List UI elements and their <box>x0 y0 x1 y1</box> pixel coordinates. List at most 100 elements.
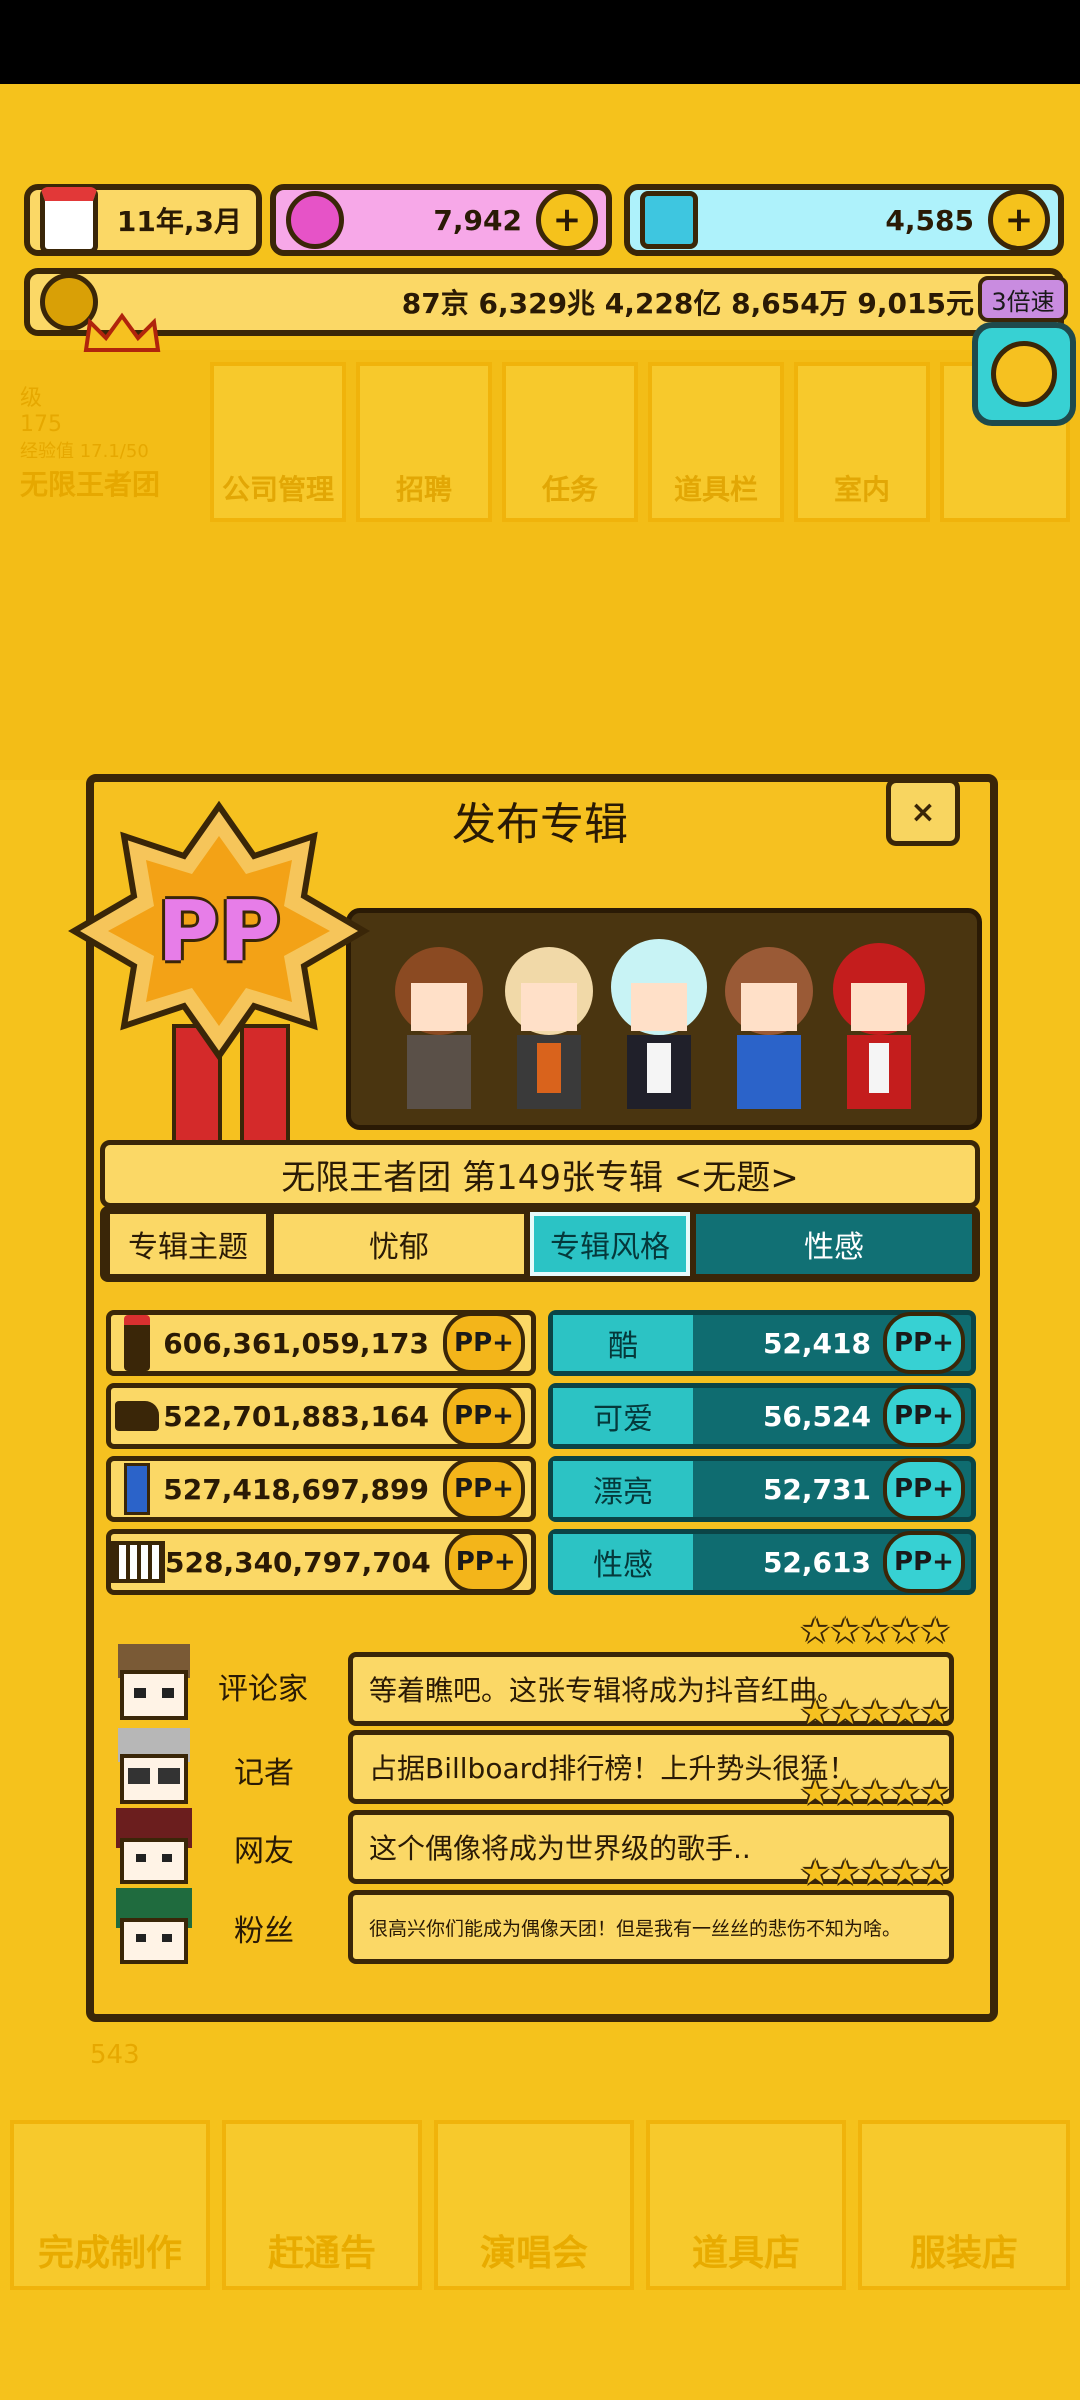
netizen-star-rating: ★ ★ ★ ★ ★ <box>800 1773 951 1818</box>
tab-recruit[interactable]: 招聘 <box>356 362 492 522</box>
reporter-avatar <box>106 1720 202 1810</box>
stat-row-cool: 酷 52,418 PP+ <box>548 1310 976 1376</box>
exp-label: 经验值 17.1/50 <box>20 441 149 462</box>
star-icon: ★ <box>800 1773 831 1813</box>
pink-add-button[interactable]: + <box>536 189 598 251</box>
group-name: 无限王者团 <box>20 468 161 501</box>
star-icon: ★ <box>800 1611 831 1651</box>
star-icon: ★ <box>890 1773 921 1813</box>
stat-row-vocal: 606,361,059,173 PP+ <box>106 1310 536 1376</box>
cyan-currency-bar: 4,585 + <box>624 184 1064 256</box>
pp-plus-button-sexy[interactable]: PP+ <box>883 1531 965 1593</box>
microphone-icon <box>111 1315 163 1371</box>
pp-plus-button-vocal[interactable]: PP+ <box>443 1312 525 1374</box>
theme-label: 专辑主题 <box>110 1214 266 1274</box>
stat-row-cute: 可爱 56,524 PP+ <box>548 1383 976 1449</box>
diamond-icon <box>640 191 698 249</box>
stat-row-dance: 522,701,883,164 PP+ <box>106 1383 536 1449</box>
stat-value-cute: 56,524 <box>762 1399 871 1433</box>
netizen-role: 网友 <box>234 1834 294 1869</box>
tab-interior[interactable]: 室内 <box>794 362 930 522</box>
style-label: 专辑风格 <box>530 1212 690 1276</box>
stat-row-music: 528,340,797,704 PP+ <box>106 1529 536 1595</box>
bottom-tab-schedule[interactable]: 赶通告 <box>222 2120 422 2290</box>
level-value: 175 <box>20 412 62 437</box>
calendar-icon <box>40 186 98 254</box>
speed-button[interactable]: 3倍速 <box>978 276 1068 322</box>
stat-value-vocal: 606,361,059,173 <box>163 1326 429 1360</box>
pp-badge-text: PP <box>157 882 281 980</box>
pp-plus-button-music[interactable]: PP+ <box>444 1531 527 1593</box>
pp-plus-button-dance[interactable]: PP+ <box>443 1385 525 1447</box>
stat-row-writing: 527,418,697,899 PP+ <box>106 1456 536 1522</box>
tab-tasks[interactable]: 任务 <box>502 362 638 522</box>
star-icon: ★ <box>890 1693 921 1733</box>
tab-inventory-label: 道具栏 <box>673 473 758 506</box>
date-bar: 11年,3月 <box>24 184 262 256</box>
idol-group-display <box>346 908 982 1130</box>
speed-label: 3倍速 <box>991 287 1055 316</box>
bottom-tab-item-shop-label: 道具店 <box>691 2233 800 2274</box>
tab-inventory[interactable]: 道具栏 <box>648 362 784 522</box>
clock-button[interactable] <box>972 322 1076 426</box>
critic-role: 评论家 <box>218 1672 308 1707</box>
cyan-currency-value: 4,585 <box>885 203 974 237</box>
cyan-add-button[interactable]: + <box>988 189 1050 251</box>
star-count: 543 <box>90 2040 140 2070</box>
pink-currency-value: 7,942 <box>433 203 522 237</box>
critic-avatar <box>106 1636 202 1726</box>
level-label: 级 <box>20 386 43 411</box>
star-icon: ★ <box>920 1773 951 1813</box>
star-icon: ★ <box>890 1611 921 1651</box>
star-icon: ★ <box>860 1611 891 1651</box>
stat-label-sexy: 性感 <box>553 1534 693 1590</box>
close-button[interactable]: × <box>886 778 960 846</box>
date-text: 11年,3月 <box>116 205 242 238</box>
bottom-tab-clothing-shop-label: 服装店 <box>909 2233 1018 2274</box>
bottom-tab-item-shop[interactable]: 道具店 <box>646 2120 846 2290</box>
star-icon: ★ <box>800 1853 831 1893</box>
bottom-tab-concert[interactable]: 演唱会 <box>434 2120 634 2290</box>
stat-value-music: 528,340,797,704 <box>165 1545 431 1579</box>
pp-plus-button-writing[interactable]: PP+ <box>443 1458 525 1520</box>
crown-icon <box>82 312 162 352</box>
star-icon: ★ <box>800 1693 831 1733</box>
pp-plus-button-cool[interactable]: PP+ <box>883 1312 965 1374</box>
close-icon: × <box>910 794 936 830</box>
stat-row-sexy: 性感 52,613 PP+ <box>548 1529 976 1595</box>
shoe-icon <box>111 1388 163 1444</box>
reporter-star-rating: ★ ★ ★ ★ ★ <box>800 1693 951 1738</box>
pink-gem-icon <box>286 191 344 249</box>
pink-currency-bar: 7,942 + <box>270 184 612 256</box>
status-bar <box>0 0 1080 84</box>
fan-review: 很高兴你们能成为偶像天团！但是我有一丝丝的悲伤不知为啥。 <box>348 1890 954 1964</box>
piano-icon <box>111 1534 165 1590</box>
star-icon: ★ <box>860 1853 891 1893</box>
star-icon: ★ <box>830 1611 861 1651</box>
idol-characters <box>395 939 925 1109</box>
star-icon: ★ <box>920 1693 951 1733</box>
bottom-tab-finish[interactable]: 完成制作 <box>10 2120 210 2290</box>
tab-company-label: 公司管理 <box>221 473 334 506</box>
clock-icon <box>991 341 1057 407</box>
stat-row-pretty: 漂亮 52,731 PP+ <box>548 1456 976 1522</box>
fan-avatar <box>106 1880 202 1970</box>
pen-icon <box>111 1461 163 1517</box>
style-value[interactable]: 性感 <box>696 1214 972 1274</box>
star-icon: ★ <box>860 1773 891 1813</box>
tab-tasks-label: 任务 <box>541 473 598 506</box>
pp-plus-button-pretty[interactable]: PP+ <box>883 1458 965 1520</box>
theme-value[interactable]: 忧郁 <box>274 1214 524 1274</box>
fan-star-rating: ★ ★ ★ ★ ★ <box>800 1853 950 1898</box>
fan-role: 粉丝 <box>234 1914 294 1949</box>
pp-plus-button-cute[interactable]: PP+ <box>883 1385 965 1447</box>
money-bar: 87京 6,329兆 4,228亿 8,654万 9,015元 <box>24 268 1064 336</box>
tab-company[interactable]: 公司管理 <box>210 362 346 522</box>
star-icon: ★ <box>860 1693 891 1733</box>
stat-value-writing: 527,418,697,899 <box>163 1472 429 1506</box>
stat-label-pretty: 漂亮 <box>553 1461 693 1517</box>
tab-interior-label: 室内 <box>833 473 890 506</box>
star-icon: ★ <box>830 1773 861 1813</box>
bottom-tab-clothing-shop[interactable]: 服装店 <box>858 2120 1070 2290</box>
critic-star-rating: ★ ★ ★ ★ ★ <box>800 1611 950 1656</box>
